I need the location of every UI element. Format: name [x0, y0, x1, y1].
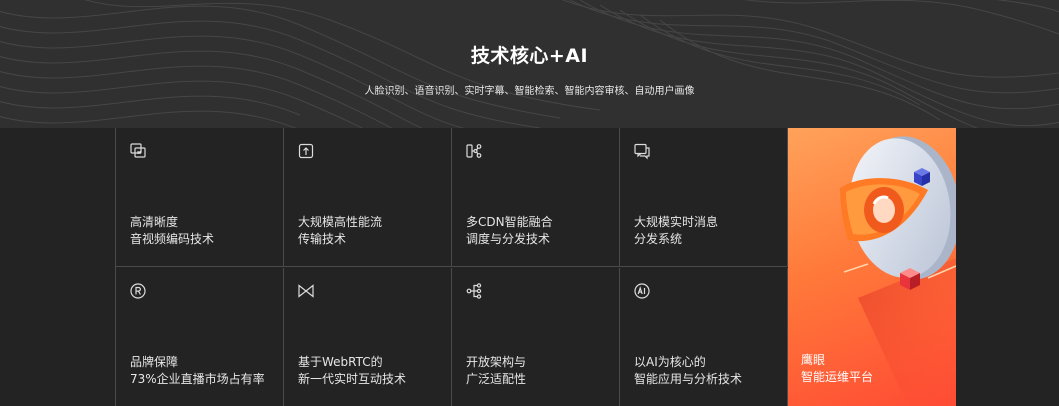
registered-trademark-icon	[130, 283, 146, 299]
tile-webrtc[interactable]: 基于WebRTC的 新一代实时互动技术	[284, 268, 452, 406]
tile-brand-assurance[interactable]: 品牌保障 73%企业直播市场占有率	[116, 268, 284, 406]
tech-grid: 高清晰度 音视频编码技术 大规模高性能流 传输技术 多CDN智能融合 调度与分发…	[115, 128, 788, 406]
hero-banner: 技术核心+AI 人脸识别、语音识别、实时字幕、智能检索、智能内容审核、自动用户画…	[0, 0, 1059, 128]
tech-core-section: 技术核心+AI 人脸识别、语音识别、实时字幕、智能检索、智能内容审核、自动用户画…	[0, 0, 1059, 406]
tile-realtime-messaging[interactable]: 大规模实时消息 分发系统	[620, 128, 788, 267]
tile-label: 以AI为核心的 智能应用与分析技术	[634, 355, 743, 386]
upload-stream-icon	[298, 143, 314, 159]
tile-label: 开放架构与 广泛适配性	[466, 355, 527, 386]
feature-label: 鹰眼 智能运维平台	[801, 353, 874, 384]
architecture-flow-icon	[466, 283, 482, 299]
tile-label: 基于WebRTC的 新一代实时互动技术	[298, 355, 407, 386]
cdn-share-icon	[466, 144, 482, 158]
tile-label: 品牌保障 73%企业直播市场占有率	[130, 355, 265, 386]
tile-cdn-fusion[interactable]: 多CDN智能融合 调度与分发技术	[452, 128, 620, 267]
tile-label: 高清晰度 音视频编码技术	[130, 215, 215, 246]
tile-ai-analytics[interactable]: 以AI为核心的 智能应用与分析技术	[620, 268, 788, 406]
tile-hd-encoding[interactable]: 高清晰度 音视频编码技术	[116, 128, 284, 267]
tile-label: 多CDN智能融合 调度与分发技术	[466, 215, 553, 246]
page-subtitle: 人脸识别、语音识别、实时字幕、智能检索、智能内容审核、自动用户画像	[364, 86, 695, 97]
page-title: 技术核心+AI	[470, 45, 589, 67]
feature-card-hawkeye[interactable]: 鹰眼 智能运维平台	[788, 128, 956, 406]
tile-open-architecture[interactable]: 开放架构与 广泛适配性	[452, 268, 620, 406]
tile-stream-transfer[interactable]: 大规模高性能流 传输技术	[284, 128, 452, 267]
ai-circle-icon	[634, 283, 650, 299]
hd-video-icon	[130, 143, 146, 158]
bowtie-connect-icon	[298, 284, 314, 298]
tile-label: 大规模实时消息 分发系统	[634, 215, 719, 246]
tile-label: 大规模高性能流 传输技术	[298, 215, 383, 246]
message-icon	[634, 143, 650, 160]
features-area: 高清晰度 音视频编码技术 大规模高性能流 传输技术 多CDN智能融合 调度与分发…	[0, 128, 1059, 406]
